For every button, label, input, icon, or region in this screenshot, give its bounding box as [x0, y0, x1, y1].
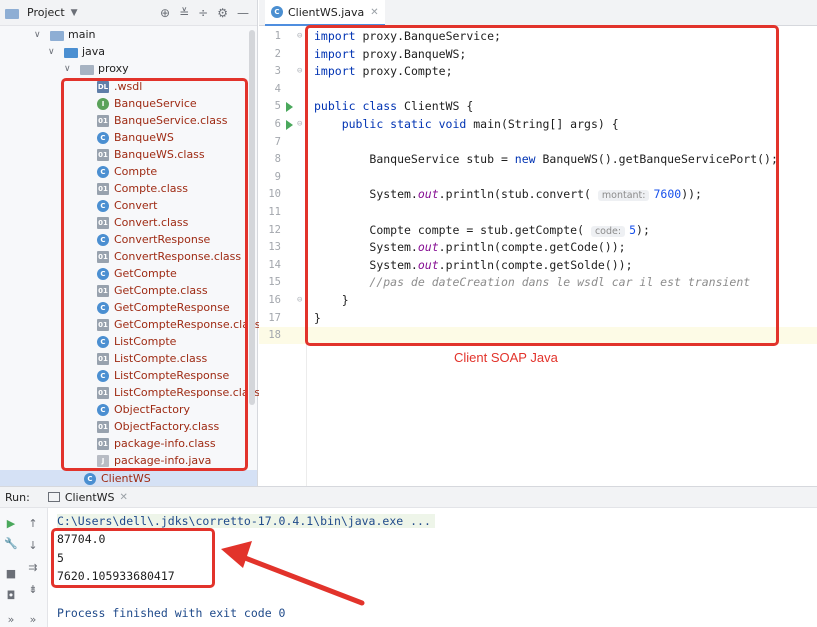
line-number: 10 [268, 188, 281, 201]
project-scrollbar[interactable] [249, 30, 255, 405]
annotation-box-proxy-files [61, 78, 248, 471]
project-toolbar: Project ▼ ⊕ ≚ ÷ ⚙ — [0, 0, 257, 26]
run-label: Run: [5, 490, 30, 504]
soft-wrap-icon[interactable]: ⇉ [26, 560, 40, 574]
console-exit-message: Process finished with exit code 0 [57, 606, 286, 620]
camera-icon[interactable]: ◘ [4, 588, 18, 602]
fold-icon[interactable]: ⊖ [297, 31, 302, 41]
run-tab-clientws[interactable]: ClientWS ✕ [47, 491, 128, 504]
fold-icon[interactable]: ⊖ [297, 66, 302, 76]
console-command: C:\Users\dell\.jdks\corretto-17.0.4.1\bi… [57, 514, 435, 528]
run-panel-header: Run: ClientWS ✕ [0, 486, 817, 508]
gear-icon[interactable]: ⚙ [217, 6, 228, 20]
line-number: 8 [274, 153, 281, 166]
close-icon[interactable]: ✕ [120, 492, 128, 503]
down-arrow-icon[interactable]: ↓ [26, 538, 40, 552]
collapse-all-icon[interactable]: ÷ [198, 6, 208, 20]
up-arrow-icon[interactable]: ↑ [26, 516, 40, 530]
run-icon[interactable] [286, 102, 293, 113]
line-number: 15 [268, 276, 281, 289]
expand-all-icon[interactable]: ≚ [179, 6, 189, 20]
line-number: 12 [268, 223, 281, 236]
tree-folder-main[interactable]: ∨ main [34, 26, 95, 43]
run-icon[interactable] [286, 120, 293, 130]
tab-clientws-java[interactable]: C ClientWS.java ✕ [265, 0, 385, 26]
hide-icon[interactable]: — [237, 6, 249, 20]
stop-icon[interactable]: ■ [4, 566, 18, 580]
editor-tab-bar: C ClientWS.java ✕ [259, 0, 817, 26]
more-icon[interactable]: » [4, 612, 18, 626]
line-number: 5 [274, 100, 281, 113]
line-number: 18 [268, 329, 281, 342]
project-view-selector[interactable]: Project [27, 6, 65, 19]
line-number: 4 [274, 82, 281, 95]
class-icon: C [271, 6, 283, 18]
package-icon [80, 64, 94, 75]
line-number: 16 [268, 294, 281, 306]
scroll-to-end-icon[interactable]: ⇟ [26, 582, 40, 596]
project-folder-icon [5, 8, 19, 19]
close-icon[interactable]: ✕ [370, 7, 378, 18]
tree-package-proxy[interactable]: ∨ proxy [64, 60, 129, 77]
line-number: 2 [274, 47, 281, 60]
line-number: 3 [274, 65, 281, 78]
folder-icon [50, 30, 64, 41]
annotation-box-code [305, 25, 779, 346]
line-number: 17 [268, 311, 281, 324]
more-icon[interactable]: » [26, 612, 40, 626]
tree-folder-java[interactable]: ∨ java [48, 43, 105, 60]
console-icon [47, 492, 60, 502]
fold-icon[interactable]: ⊖ [297, 119, 302, 129]
line-number: 13 [268, 241, 281, 254]
locate-icon[interactable]: ⊕ [160, 6, 170, 20]
line-number: 7 [274, 135, 281, 148]
annotation-label: Client SOAP Java [454, 350, 558, 365]
tree-file-clientws[interactable]: C ClientWS [84, 470, 151, 487]
fold-icon[interactable]: ⊖ [297, 295, 302, 305]
rerun-icon[interactable]: ▶ [4, 516, 18, 530]
line-number: 1 [274, 30, 281, 42]
line-number: 14 [268, 258, 281, 271]
class-icon: C [84, 472, 96, 485]
line-number: 6 [274, 118, 281, 130]
chevron-down-icon[interactable]: ∨ [34, 30, 44, 40]
run-toolbar: ▶ ↑ 🔧 ↓ ■ ⇉ ⇟ ◘ » » [0, 508, 48, 627]
project-toolbar-icons: ⊕ ≚ ÷ ⚙ — [160, 6, 257, 20]
line-number: 11 [268, 206, 281, 218]
wrench-icon[interactable]: 🔧 [4, 536, 18, 550]
chevron-down-icon[interactable]: ▼ [71, 8, 78, 18]
source-folder-icon [64, 47, 78, 58]
chevron-down-icon[interactable]: ∨ [64, 64, 74, 74]
line-number: 9 [274, 170, 281, 183]
chevron-down-icon[interactable]: ∨ [48, 47, 58, 57]
annotation-box-output [51, 528, 215, 588]
